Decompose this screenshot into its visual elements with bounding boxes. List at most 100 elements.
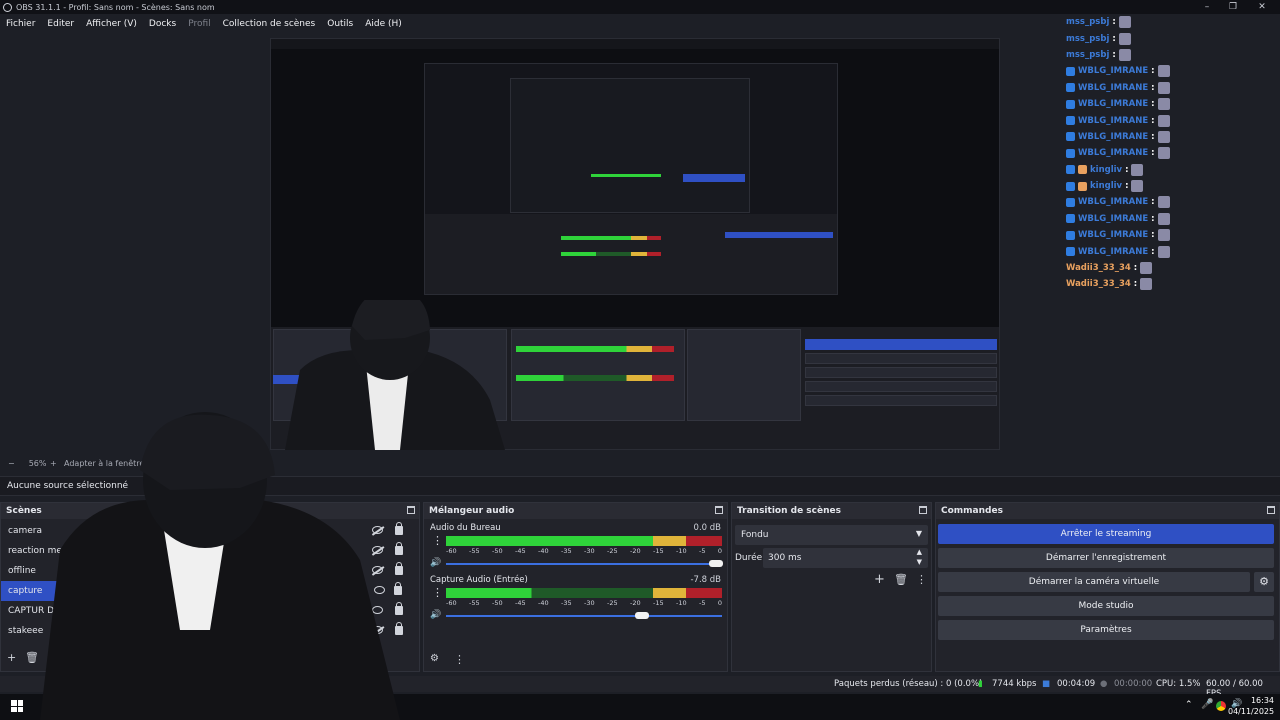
settings-button[interactable]: Paramètres [938, 620, 1274, 640]
fit-window-button[interactable]: Adapter à la fenêtre [64, 459, 144, 468]
chat-message: mss_psbj: [1066, 30, 1276, 46]
transitions-header: Transition de scènes [732, 503, 931, 519]
audio-meter [446, 536, 722, 546]
add-transition-icon[interactable]: + [874, 572, 885, 587]
spin-down-icon[interactable]: ▼ [917, 558, 922, 566]
eye-icon[interactable] [374, 586, 385, 594]
chat-message: WBLG_IMRANE: [1066, 194, 1276, 210]
meter-tick: 0 [717, 599, 722, 607]
close-icon[interactable]: ✕ [1245, 0, 1279, 14]
scene-item[interactable]: capture [1, 581, 402, 601]
eye-hidden-icon[interactable] [372, 626, 383, 634]
speaker-icon[interactable]: 🔊 [430, 558, 441, 568]
chat-emote-icon [1157, 229, 1170, 242]
windows-start-icon[interactable] [11, 700, 23, 712]
channel-db: -7.8 dB [690, 575, 721, 585]
lock-icon[interactable] [395, 522, 403, 535]
mixer-menu-icon[interactable]: ⋮ [454, 653, 465, 666]
chat-username: Wadii3_33_34 [1066, 279, 1131, 290]
meter-tick: -50 [492, 547, 503, 555]
chat-badge-icon [1066, 99, 1075, 109]
chat-message: WBLG_IMRANE: [1066, 129, 1276, 145]
title-bar: OBS 31.1.1 - Profil: Sans nom - Scènes: … [0, 0, 1280, 14]
start-virtual-camera-button[interactable]: Démarrer la caméra virtuelle [938, 572, 1250, 592]
stop-streaming-button[interactable]: Arrêter le streaming [938, 524, 1274, 544]
menu-file[interactable]: Fichier [0, 19, 41, 29]
zoom-out-button[interactable]: − [8, 459, 15, 468]
scene-item[interactable]: offline [1, 561, 419, 581]
undock-icon[interactable] [919, 506, 927, 514]
chat-emote-icon [1157, 98, 1170, 111]
scene-item[interactable]: reaction memes [1, 541, 419, 561]
meter-tick: -55 [469, 599, 480, 607]
channel-menu-icon[interactable]: ⋮ [432, 586, 443, 599]
channel-menu-icon[interactable]: ⋮ [432, 534, 443, 547]
volume-slider[interactable] [446, 563, 722, 565]
chat-message: Wadii3_33_34: [1066, 260, 1276, 276]
chrome-icon[interactable] [1216, 701, 1226, 711]
menu-view[interactable]: Afficher (V) [80, 19, 143, 29]
transition-menu-icon[interactable]: ⋮ [916, 573, 927, 586]
delete-scene-icon[interactable]: 🗑 [25, 651, 39, 664]
lock-icon[interactable] [395, 562, 403, 575]
delete-transition-icon[interactable]: 🗑 [894, 573, 908, 586]
volume-slider-knob[interactable] [709, 560, 724, 567]
virtual-camera-settings-icon[interactable]: ⚙ [1254, 572, 1274, 592]
meter-tick: -10 [676, 599, 687, 607]
scene-item[interactable]: camera [1, 521, 419, 541]
chat-message: WBLG_IMRANE: [1066, 243, 1276, 259]
chat-emote-icon [1157, 81, 1170, 94]
obs-logo-icon [3, 2, 12, 12]
clock-date[interactable]: 04/11/2025 [1228, 707, 1274, 716]
chat-separator: : [1151, 246, 1155, 257]
menu-tools[interactable]: Outils [321, 19, 359, 29]
undock-icon[interactable] [407, 506, 415, 514]
studio-mode-button[interactable]: Mode studio [938, 596, 1274, 616]
chat-emote-icon [1131, 163, 1144, 176]
spin-up-icon[interactable]: ▲ [917, 548, 922, 556]
speaker-icon[interactable]: 🔊 [430, 610, 441, 620]
volume-slider[interactable] [446, 615, 722, 617]
record-icon: ● [1100, 679, 1108, 689]
undock-icon[interactable] [1267, 506, 1275, 514]
clock-time[interactable]: 16:34 [1240, 696, 1274, 705]
chat-message: WBLG_IMRANE: [1066, 211, 1276, 227]
chat-separator: : [1151, 131, 1155, 142]
meter-tick: -60 [446, 599, 457, 607]
eye-hidden-icon[interactable] [372, 546, 383, 554]
scene-item[interactable]: stakeee [1, 621, 419, 641]
microphone-icon[interactable]: 🎤 [1201, 699, 1213, 710]
menu-docks[interactable]: Docks [143, 19, 182, 29]
lock-icon[interactable] [394, 582, 402, 595]
chat-badge-icon [1066, 214, 1075, 224]
chat-username: mss_psbj [1066, 33, 1110, 44]
undock-icon[interactable] [715, 506, 723, 514]
eye-hidden-icon[interactable] [372, 566, 383, 574]
channel-db: 0.0 dB [693, 523, 721, 533]
eye-icon[interactable] [372, 606, 383, 614]
transition-select[interactable]: Fondu ▼ [735, 525, 928, 545]
scene-name: offline [8, 566, 36, 576]
zoom-in-button[interactable]: + [50, 459, 57, 468]
lock-icon[interactable] [395, 602, 403, 615]
menu-scene-collection[interactable]: Collection de scènes [217, 19, 322, 29]
chat-badge-icon [1066, 66, 1075, 76]
menu-profile: Profil [188, 19, 211, 29]
start-recording-button[interactable]: Démarrer l'enregistrement [938, 548, 1274, 568]
menu-edit[interactable]: Editer [41, 19, 80, 29]
lock-icon[interactable] [395, 542, 403, 555]
tray-chevron-icon[interactable]: ⌃ [1185, 700, 1193, 710]
menu-help[interactable]: Aide (H) [359, 19, 408, 29]
lock-icon[interactable] [395, 622, 403, 635]
duration-input[interactable]: 300 ms ▲ ▼ [763, 548, 928, 568]
mixer-settings-icon[interactable]: ⚙ [430, 653, 439, 664]
chevron-down-icon: ▼ [915, 529, 922, 538]
chat-message: WBLG_IMRANE: [1066, 80, 1276, 96]
mixer-title: Mélangeur audio [429, 506, 515, 516]
eye-hidden-icon[interactable] [372, 526, 383, 534]
add-scene-icon[interactable]: + [7, 651, 16, 664]
meter-tick: -15 [653, 599, 664, 607]
volume-slider-knob[interactable] [634, 612, 649, 619]
chat-separator: : [1112, 33, 1116, 44]
scene-item[interactable]: CAPTUR DE JE [1, 601, 419, 621]
